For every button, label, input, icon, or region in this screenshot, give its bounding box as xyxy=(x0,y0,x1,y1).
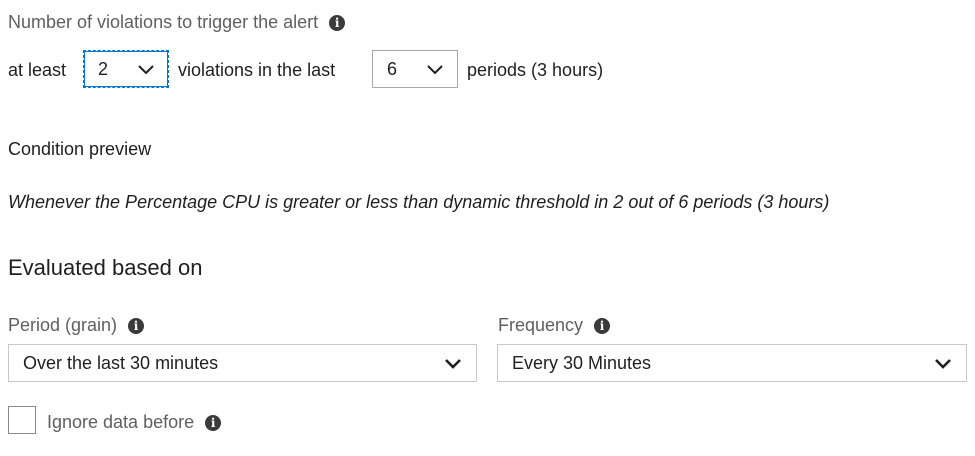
violations-count-value: 2 xyxy=(98,58,109,79)
chevron-down-icon xyxy=(138,65,154,75)
info-icon[interactable]: i xyxy=(128,318,145,335)
period-grain-dropdown[interactable]: Over the last 30 minutes xyxy=(8,344,477,382)
periods-suffix-label: periods (3 hours) xyxy=(467,60,604,80)
period-label-row: Period (grain) i xyxy=(8,313,145,337)
ignore-data-label-row: Ignore data before i xyxy=(47,410,222,434)
chevron-down-icon xyxy=(445,359,461,369)
at-least-label: at least xyxy=(8,60,67,80)
violations-heading: Number of violations to trigger the aler… xyxy=(8,12,319,32)
chevron-down-icon xyxy=(935,359,951,369)
period-label: Period (grain) xyxy=(8,315,118,335)
condition-preview-text: Whenever the Percentage CPU is greater o… xyxy=(8,192,830,212)
evaluated-heading: Evaluated based on xyxy=(8,255,203,280)
period-grain-value: Over the last 30 minutes xyxy=(23,352,219,373)
chevron-down-icon xyxy=(427,65,443,75)
violations-heading-row: Number of violations to trigger the aler… xyxy=(8,10,346,34)
info-icon[interactable]: i xyxy=(594,318,611,335)
periods-count-dropdown[interactable]: 6 xyxy=(372,50,458,88)
frequency-label-row: Frequency i xyxy=(498,313,611,337)
violations-count-dropdown[interactable]: 2 xyxy=(83,50,169,88)
info-icon[interactable]: i xyxy=(205,415,222,432)
ignore-data-checkbox[interactable] xyxy=(8,406,36,434)
frequency-value: Every 30 Minutes xyxy=(512,352,652,373)
frequency-label: Frequency xyxy=(498,315,584,335)
frequency-dropdown[interactable]: Every 30 Minutes xyxy=(497,344,967,382)
ignore-data-label[interactable]: Ignore data before xyxy=(47,412,194,432)
periods-count-value: 6 xyxy=(387,58,398,79)
violations-middle-label: violations in the last xyxy=(178,60,336,80)
condition-preview-heading: Condition preview xyxy=(8,139,152,159)
info-icon[interactable]: i xyxy=(329,15,346,32)
